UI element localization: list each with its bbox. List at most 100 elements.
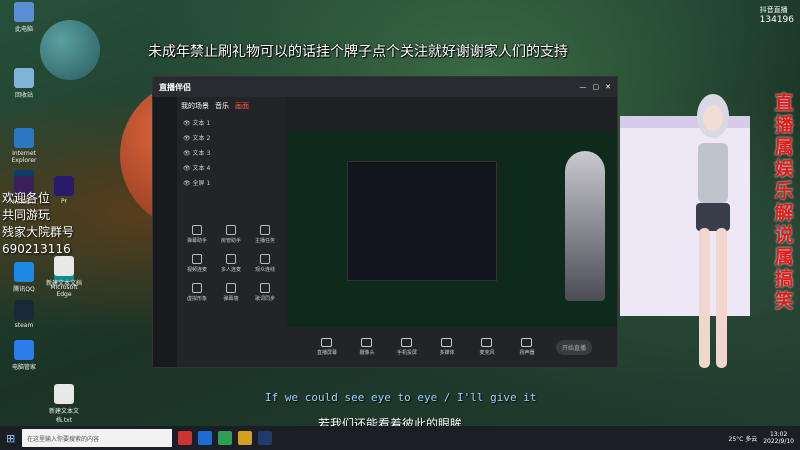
weather-widget[interactable]: 25°C 多云 [729, 434, 758, 443]
taskbar-app-icon[interactable] [218, 431, 232, 445]
desktop-icon[interactable]: 回收站 [2, 68, 46, 99]
tool-icon [226, 254, 236, 264]
tool-item[interactable]: 虚拟形象 [181, 283, 213, 302]
tool-item[interactable]: 主播任务 [249, 225, 281, 244]
subtitle-english: If we could see eye to eye / I'll give i… [265, 391, 537, 404]
app-icon [14, 2, 34, 22]
app-icon [54, 256, 74, 276]
notice-line: 欢迎各位 [2, 191, 51, 205]
start-icon[interactable]: ⊞ [6, 432, 15, 445]
tool-icon [226, 225, 236, 235]
tool-item-label: 房管助手 [220, 238, 241, 244]
bottom-tool-label: 麦克风 [479, 350, 495, 356]
eye-icon[interactable]: 👁 [183, 120, 193, 127]
desktop-icon-label: 新建文本文档.txt [48, 408, 79, 424]
top-banner-text: 未成年禁止刷礼物可以的话挂个牌子点个关注就好谢谢家人们的支持 [148, 44, 568, 60]
avatar-face [703, 105, 723, 131]
taskbar-app-icon[interactable] [178, 431, 192, 445]
desktop-icon-label: 电脑管家 [11, 364, 36, 371]
tab-scenes[interactable]: 我的场景 [181, 101, 209, 111]
bottom-tool[interactable]: 麦克风 [470, 338, 504, 356]
vertical-slogan: 直播属娱乐解说属搞笑 [774, 92, 794, 312]
app-icon [14, 128, 34, 148]
scene-panel: 我的场景 音乐 画面 👁 文本 1 👁 文本 2 👁 文本 3 👁 文本 4 👁 全屏 … [177, 97, 285, 367]
taskbar-app-icon[interactable] [258, 431, 272, 445]
avatar-right-leg [716, 228, 727, 368]
tool-icon [361, 338, 373, 347]
bottom-tool[interactable]: 多媒体 [430, 338, 464, 356]
tool-item[interactable]: 观众连线 [249, 254, 281, 273]
tool-item-label: 弹幕助手 [186, 238, 207, 244]
taskbar-app-icon[interactable] [238, 431, 252, 445]
bottom-tools: 直播屏幕 摄像头 手机投屏 多媒体 麦克风 扬声器 [310, 338, 544, 356]
tool-icon [401, 338, 413, 347]
desktop-icon[interactable]: 电脑管家 [2, 340, 46, 371]
system-tray: 25°C 多云 13:02 2022/9/10 [729, 431, 800, 445]
notice-line: 共同游玩 [2, 208, 51, 222]
taskbar-app-icon[interactable] [198, 431, 212, 445]
tool-item-label: 观众连线 [254, 267, 275, 273]
tool-icon [481, 338, 493, 347]
maximize-icon[interactable]: ▢ [593, 83, 600, 91]
tool-item[interactable]: 视频连麦 [181, 254, 213, 273]
app-icon [14, 340, 34, 360]
start-live-button[interactable]: 开始直播 [555, 339, 592, 355]
desktop-icon[interactable]: 此电脑 [2, 2, 46, 33]
streaming-app-window: 直播伴侣 — ▢ ✕ 我的场景 音乐 画面 👁 文本 1 👁 文本 2 👁 文本 3… [152, 76, 618, 368]
scene-item-label: 文本 1 [192, 120, 211, 127]
eye-icon[interactable]: 👁 [183, 150, 193, 157]
scene-item-label: 文本 3 [192, 150, 211, 157]
tool-icon [260, 283, 270, 293]
taskbar: ⊞ 在这里输入你要搜索的内容 25°C 多云 13:02 2022/9/10 [0, 426, 800, 450]
bottom-tool[interactable]: 手机投屏 [390, 338, 424, 356]
tool-item[interactable]: 弹幕墙 [215, 283, 247, 302]
bottom-tool-label: 直播屏幕 [316, 350, 337, 356]
bottom-tool-label: 多媒体 [439, 350, 455, 356]
desktop-icon[interactable]: 新建文本文档.txt [42, 384, 86, 424]
scene-item[interactable]: 👁 文本 2 [177, 130, 285, 145]
tool-icon [226, 283, 236, 293]
desktop-icon-label: steam [14, 322, 34, 329]
app-icon [14, 300, 34, 320]
app-titlebar: 直播伴侣 — ▢ ✕ [153, 77, 617, 97]
scene-item[interactable]: 👁 文本 1 [177, 115, 285, 130]
tool-icon [260, 225, 270, 235]
bottom-tool[interactable]: 直播屏幕 [310, 338, 344, 356]
platform-watermark: 抖音直播 134196 [759, 6, 794, 25]
tab-canvas[interactable]: 画面 [235, 101, 249, 111]
scene-item[interactable]: 👁 全屏 1 [177, 175, 285, 190]
tool-icon [192, 225, 202, 235]
desktop-icon-label: 回收站 [14, 92, 33, 99]
tool-item[interactable]: 多人连麦 [215, 254, 247, 273]
desktop-icon[interactable]: steam [2, 300, 46, 329]
app-sidebar [153, 97, 177, 367]
eye-icon[interactable]: 👁 [183, 165, 193, 172]
scene-item[interactable]: 👁 文本 4 [177, 160, 285, 175]
tool-item[interactable]: 房管助手 [215, 225, 247, 244]
tool-item[interactable]: 歌词同步 [249, 283, 281, 302]
tool-icon [192, 283, 202, 293]
clock-time[interactable]: 13:02 [763, 431, 794, 438]
desktop-icon-label: 此电脑 [14, 26, 33, 33]
bottom-tool-label: 摄像头 [359, 350, 375, 356]
eye-icon[interactable]: 👁 [183, 180, 193, 187]
desktop-icon[interactable]: Internet Explorer [2, 128, 46, 164]
eye-icon[interactable]: 👁 [183, 135, 193, 142]
bottom-tool[interactable]: 摄像头 [350, 338, 384, 356]
tab-music[interactable]: 音乐 [215, 101, 229, 111]
search-input[interactable]: 在这里输入你要搜索的内容 [22, 429, 172, 447]
minimize-icon[interactable]: — [580, 83, 587, 91]
desktop-icon-label: 新建文本文档 [45, 280, 82, 287]
desktop-icon[interactable]: 腾讯QQ [2, 262, 46, 293]
close-icon[interactable]: ✕ [605, 83, 611, 91]
bottom-tool[interactable]: 扬声器 [510, 338, 544, 356]
clock-date[interactable]: 2022/9/10 [763, 438, 794, 445]
tool-item-label: 弹幕墙 [223, 296, 239, 302]
tool-icon [321, 338, 333, 347]
scene-item[interactable]: 👁 文本 3 [177, 145, 285, 160]
desktop-icon[interactable]: 新建文本文档 [42, 256, 86, 287]
app-icon [14, 68, 34, 88]
app-logo: 直播伴侣 [159, 82, 191, 92]
tool-item[interactable]: 弹幕助手 [181, 225, 213, 244]
tool-icon [192, 254, 202, 264]
